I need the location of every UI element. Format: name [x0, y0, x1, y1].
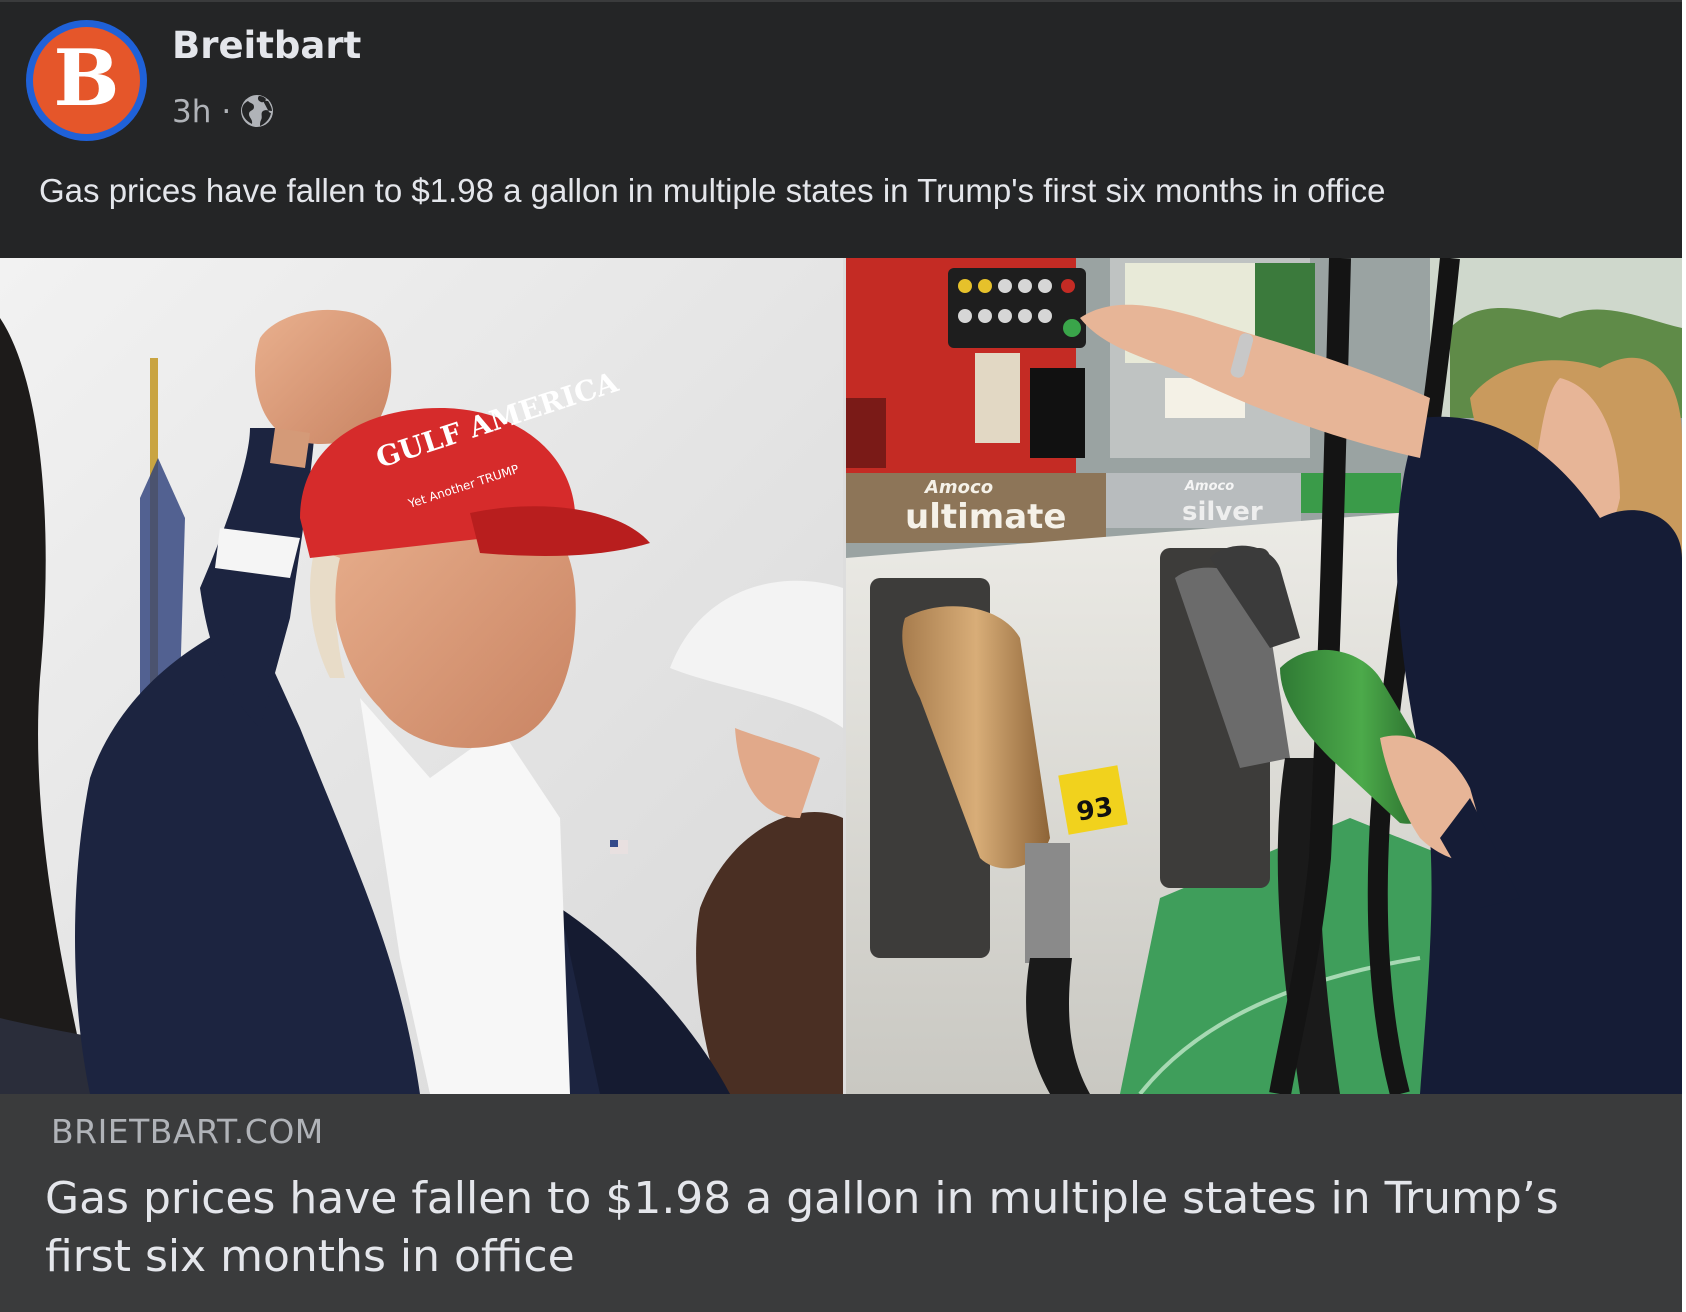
post-caption: Gas prices have fallen to $1.98 a gallon… [39, 172, 1386, 209]
facebook-post: B Breitbart 3h · Gas prices have fallen … [0, 0, 1682, 1312]
globe-icon[interactable] [239, 87, 275, 137]
avatar-letter: B [54, 33, 120, 124]
post-time[interactable]: 3h [172, 94, 211, 130]
link-headline[interactable]: Gas prices have fallen to $1.98 a gallon… [45, 1170, 1645, 1286]
divider [0, 0, 1682, 2]
octane-label: 93 [1074, 792, 1115, 828]
right-photo: Amoco ultimate Amoco silver 93 [846, 258, 1682, 1094]
link-domain: BRIETBART.COM [51, 1112, 324, 1151]
avatar[interactable]: B [26, 20, 147, 141]
link-preview[interactable]: BRIETBART.COM Gas prices have fallen to … [0, 1094, 1682, 1312]
author-name[interactable]: Breitbart [172, 24, 361, 67]
post-meta: 3h · [172, 92, 275, 132]
post-image[interactable]: GULF AMERICA Yet Another TRUMP Amoco ult… [0, 258, 1682, 1094]
breitbart-logo: B [33, 27, 140, 134]
pump-brand-left: Amoco [923, 477, 993, 498]
pump-grade-left: ultimate [905, 497, 1066, 537]
meta-separator: · [221, 94, 232, 130]
pump-grade-mid: silver [1182, 497, 1263, 527]
page-edge [1682, 0, 1686, 1312]
left-photo: GULF AMERICA Yet Another TRUMP [0, 258, 843, 1094]
pump-brand-mid: Amoco [1184, 479, 1234, 494]
